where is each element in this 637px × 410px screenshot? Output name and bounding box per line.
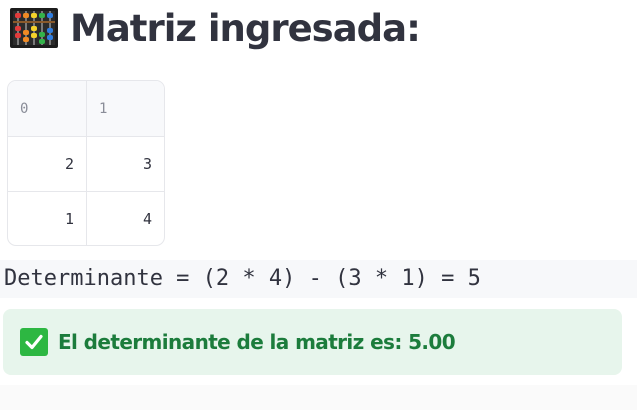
column-header[interactable]: 1 <box>86 81 164 137</box>
table-row: 1 4 <box>8 191 165 246</box>
success-message: El determinante de la matriz es: 5.00 <box>58 330 456 354</box>
check-mark-icon <box>20 328 48 356</box>
page-title: Matriz ingresada: <box>70 6 421 50</box>
table-cell[interactable]: 3 <box>86 136 164 192</box>
table-header-row: 0 1 <box>8 81 164 137</box>
table-cell[interactable]: 4 <box>87 192 165 246</box>
table-cell[interactable]: 2 <box>8 136 87 192</box>
page-footer-area <box>0 385 637 410</box>
determinant-formula: Determinante = (2 * 4) - (3 * 1) = 5 <box>0 260 637 298</box>
abacus-icon <box>10 8 58 48</box>
table-cell[interactable]: 1 <box>8 191 87 245</box>
column-header[interactable]: 0 <box>8 81 87 137</box>
success-alert: El determinante de la matriz es: 5.00 <box>3 309 622 375</box>
table-row: 2 3 <box>8 136 164 192</box>
matrix-table[interactable]: 0 1 2 3 1 4 <box>7 80 165 246</box>
page-header: Matriz ingresada: <box>10 4 421 52</box>
